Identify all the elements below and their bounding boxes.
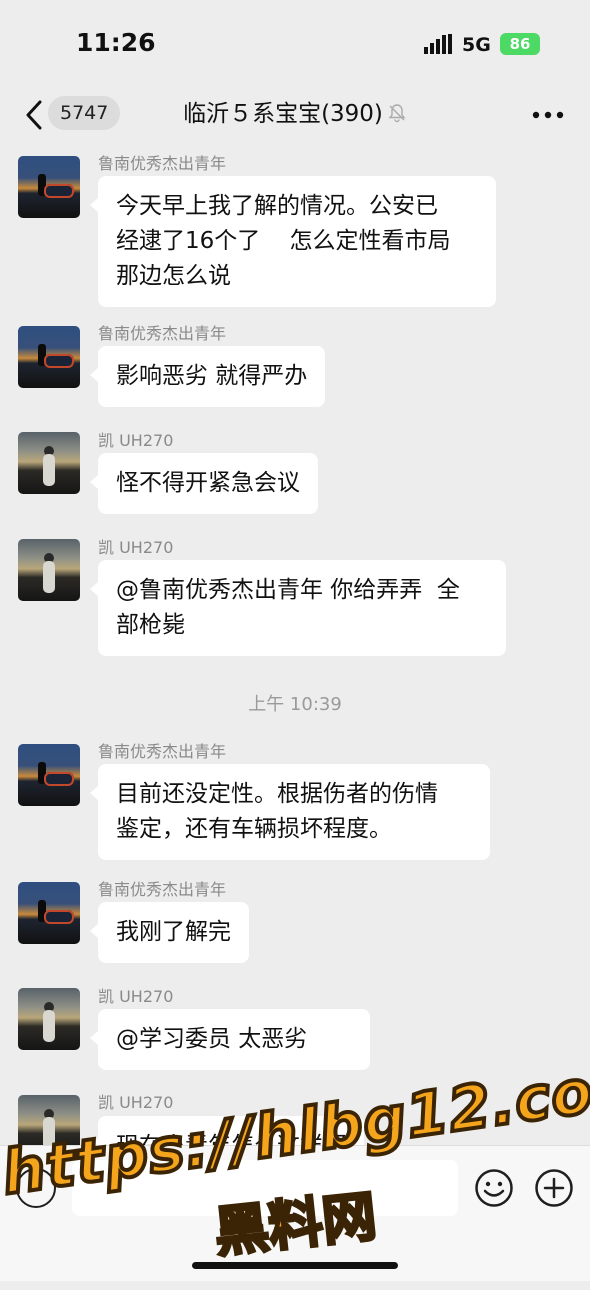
message-bubble[interactable]: @学习委员 太恶劣 (90, 1009, 370, 1070)
message-bubble[interactable]: 怪不得开紧急会议 (90, 453, 318, 514)
avatar[interactable] (18, 744, 80, 806)
message-bubble[interactable]: @鲁南优秀杰出青年 你给弄弄 全 部枪毙 (90, 560, 506, 656)
avatar[interactable] (18, 539, 80, 601)
message-bubble[interactable]: 今天早上我了解的情况。公安已 经逮了16个了 怎么定性看市局 那边怎么说 (90, 176, 496, 307)
sender-name: 凯 UH270 (98, 538, 174, 557)
sender-name: 鲁南优秀杰出青年 (98, 742, 227, 761)
cellular-signal-icon (424, 34, 452, 54)
status-bar: 11:26 5G 86 (0, 0, 590, 88)
mute-bell-icon (388, 104, 406, 123)
message-bubble[interactable]: 我刚了解完 (90, 902, 249, 963)
sender-name: 鲁南优秀杰出青年 (98, 880, 227, 899)
sender-name: 鲁南优秀杰出青年 (98, 154, 227, 173)
network-type: 5G (462, 34, 491, 56)
sender-name: 鲁南优秀杰出青年 (98, 324, 227, 343)
avatar[interactable] (18, 156, 80, 218)
message-bubble[interactable]: 目前还没定性。根据伤者的伤情 鉴定，还有车辆损坏程度。 (90, 764, 490, 860)
battery-level: 86 (500, 33, 540, 55)
avatar[interactable] (18, 326, 80, 388)
time-divider: 上午 10:39 (248, 694, 342, 715)
avatar[interactable] (18, 988, 80, 1050)
group-name: 临沂５系宝宝(390) (183, 101, 383, 127)
more-options-icon[interactable] (530, 100, 566, 130)
sender-name: 凯 UH270 (98, 987, 174, 1006)
avatar[interactable] (18, 432, 80, 494)
message-bubble[interactable]: 影响恶劣 就得严办 (89, 346, 326, 407)
avatar[interactable] (18, 882, 80, 944)
sender-name: 凯 UH270 (98, 431, 174, 450)
home-indicator[interactable] (192, 1262, 398, 1269)
sender-name: 凯 UH270 (98, 1093, 174, 1112)
status-time: 11:26 (76, 28, 156, 57)
back-arrow-icon[interactable] (22, 98, 46, 132)
chat-header: 临沂５系宝宝(390) 5747 (0, 88, 590, 144)
unread-count-badge[interactable]: 5747 (48, 96, 121, 130)
